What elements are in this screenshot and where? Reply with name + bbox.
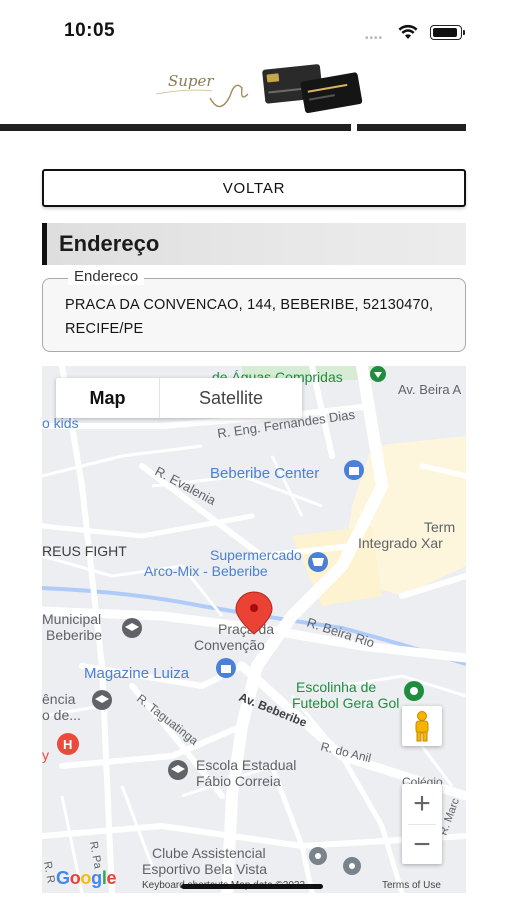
school-icon [92,690,112,710]
address-value: PRACA DA CONVENCAO, 144, BEBERIBE, 52130… [65,297,434,337]
terms-of-use-link[interactable]: Terms of Use [382,880,441,891]
hospital-icon: H [57,733,79,755]
status-time: 10:05 [64,20,116,41]
header-progress-bar [0,124,466,131]
map-label: Beberibe Center [210,465,319,482]
map-label: Av. Beira A [398,382,461,397]
map-label: ência [42,691,76,707]
map-label: Magazine Luiza [84,665,190,682]
home-indicator[interactable] [181,884,323,889]
zoom-in-button[interactable]: + [402,784,442,824]
tab-map[interactable]: Map [56,378,160,418]
back-button[interactable]: VOLTAR [42,169,466,207]
zoom-control: + − [402,784,442,864]
pegman-icon [415,711,429,742]
svg-text:H: H [63,737,72,752]
zoom-out-button[interactable]: − [402,825,442,865]
address-field[interactable]: PRACA DA CONVENCAO, 144, BEBERIBE, 52130… [42,278,466,352]
wifi-icon [398,24,418,39]
status-bar: 10:05 •••• [0,0,507,60]
map-view[interactable]: H de Águas Compridas Av. Beira A o kids … [42,366,466,893]
shopping-bag-icon [216,658,236,678]
map-label: Esportivo Bela Vista [142,861,267,877]
map-label: Futebol Gera Gol [292,695,399,711]
map-label: Municipal [42,611,101,627]
cellular-signal-icon: •••• [365,33,384,44]
school-icon [168,760,188,780]
section-title: Endereço [59,231,160,256]
address-legend: Endereco [68,268,145,285]
map-label: Escola Estadual [196,757,296,773]
logo-text: Super [168,72,214,90]
map-label: Integrado Xar [358,535,443,551]
section-header: Endereço [42,223,466,265]
shopping-bag-icon [344,460,364,480]
map-label: Term [424,519,455,535]
school-icon [122,618,142,638]
cart-icon [308,552,328,572]
map-label: Fábio Correia [196,773,281,789]
street-view-button[interactable] [402,706,442,746]
map-label: y [42,747,49,763]
map-label: Clube Assistencial [152,845,266,861]
app-logo: Super [150,58,365,120]
map-label: Beberibe [46,627,102,643]
battery-icon [430,25,465,40]
map-label: Convenção [194,637,265,653]
tab-satellite[interactable]: Satellite [160,378,302,418]
google-logo[interactable]: Google [56,868,117,889]
map-label: Supermercado [210,547,302,563]
map-label: o de... [42,707,81,723]
map-label: Escolinha de [296,679,376,695]
map-label: Arco-Mix - Beberibe [144,563,268,579]
soccer-icon [404,681,424,701]
map-type-control: Map Satellite [56,378,302,418]
map-label: REUS FIGHT [42,543,127,559]
